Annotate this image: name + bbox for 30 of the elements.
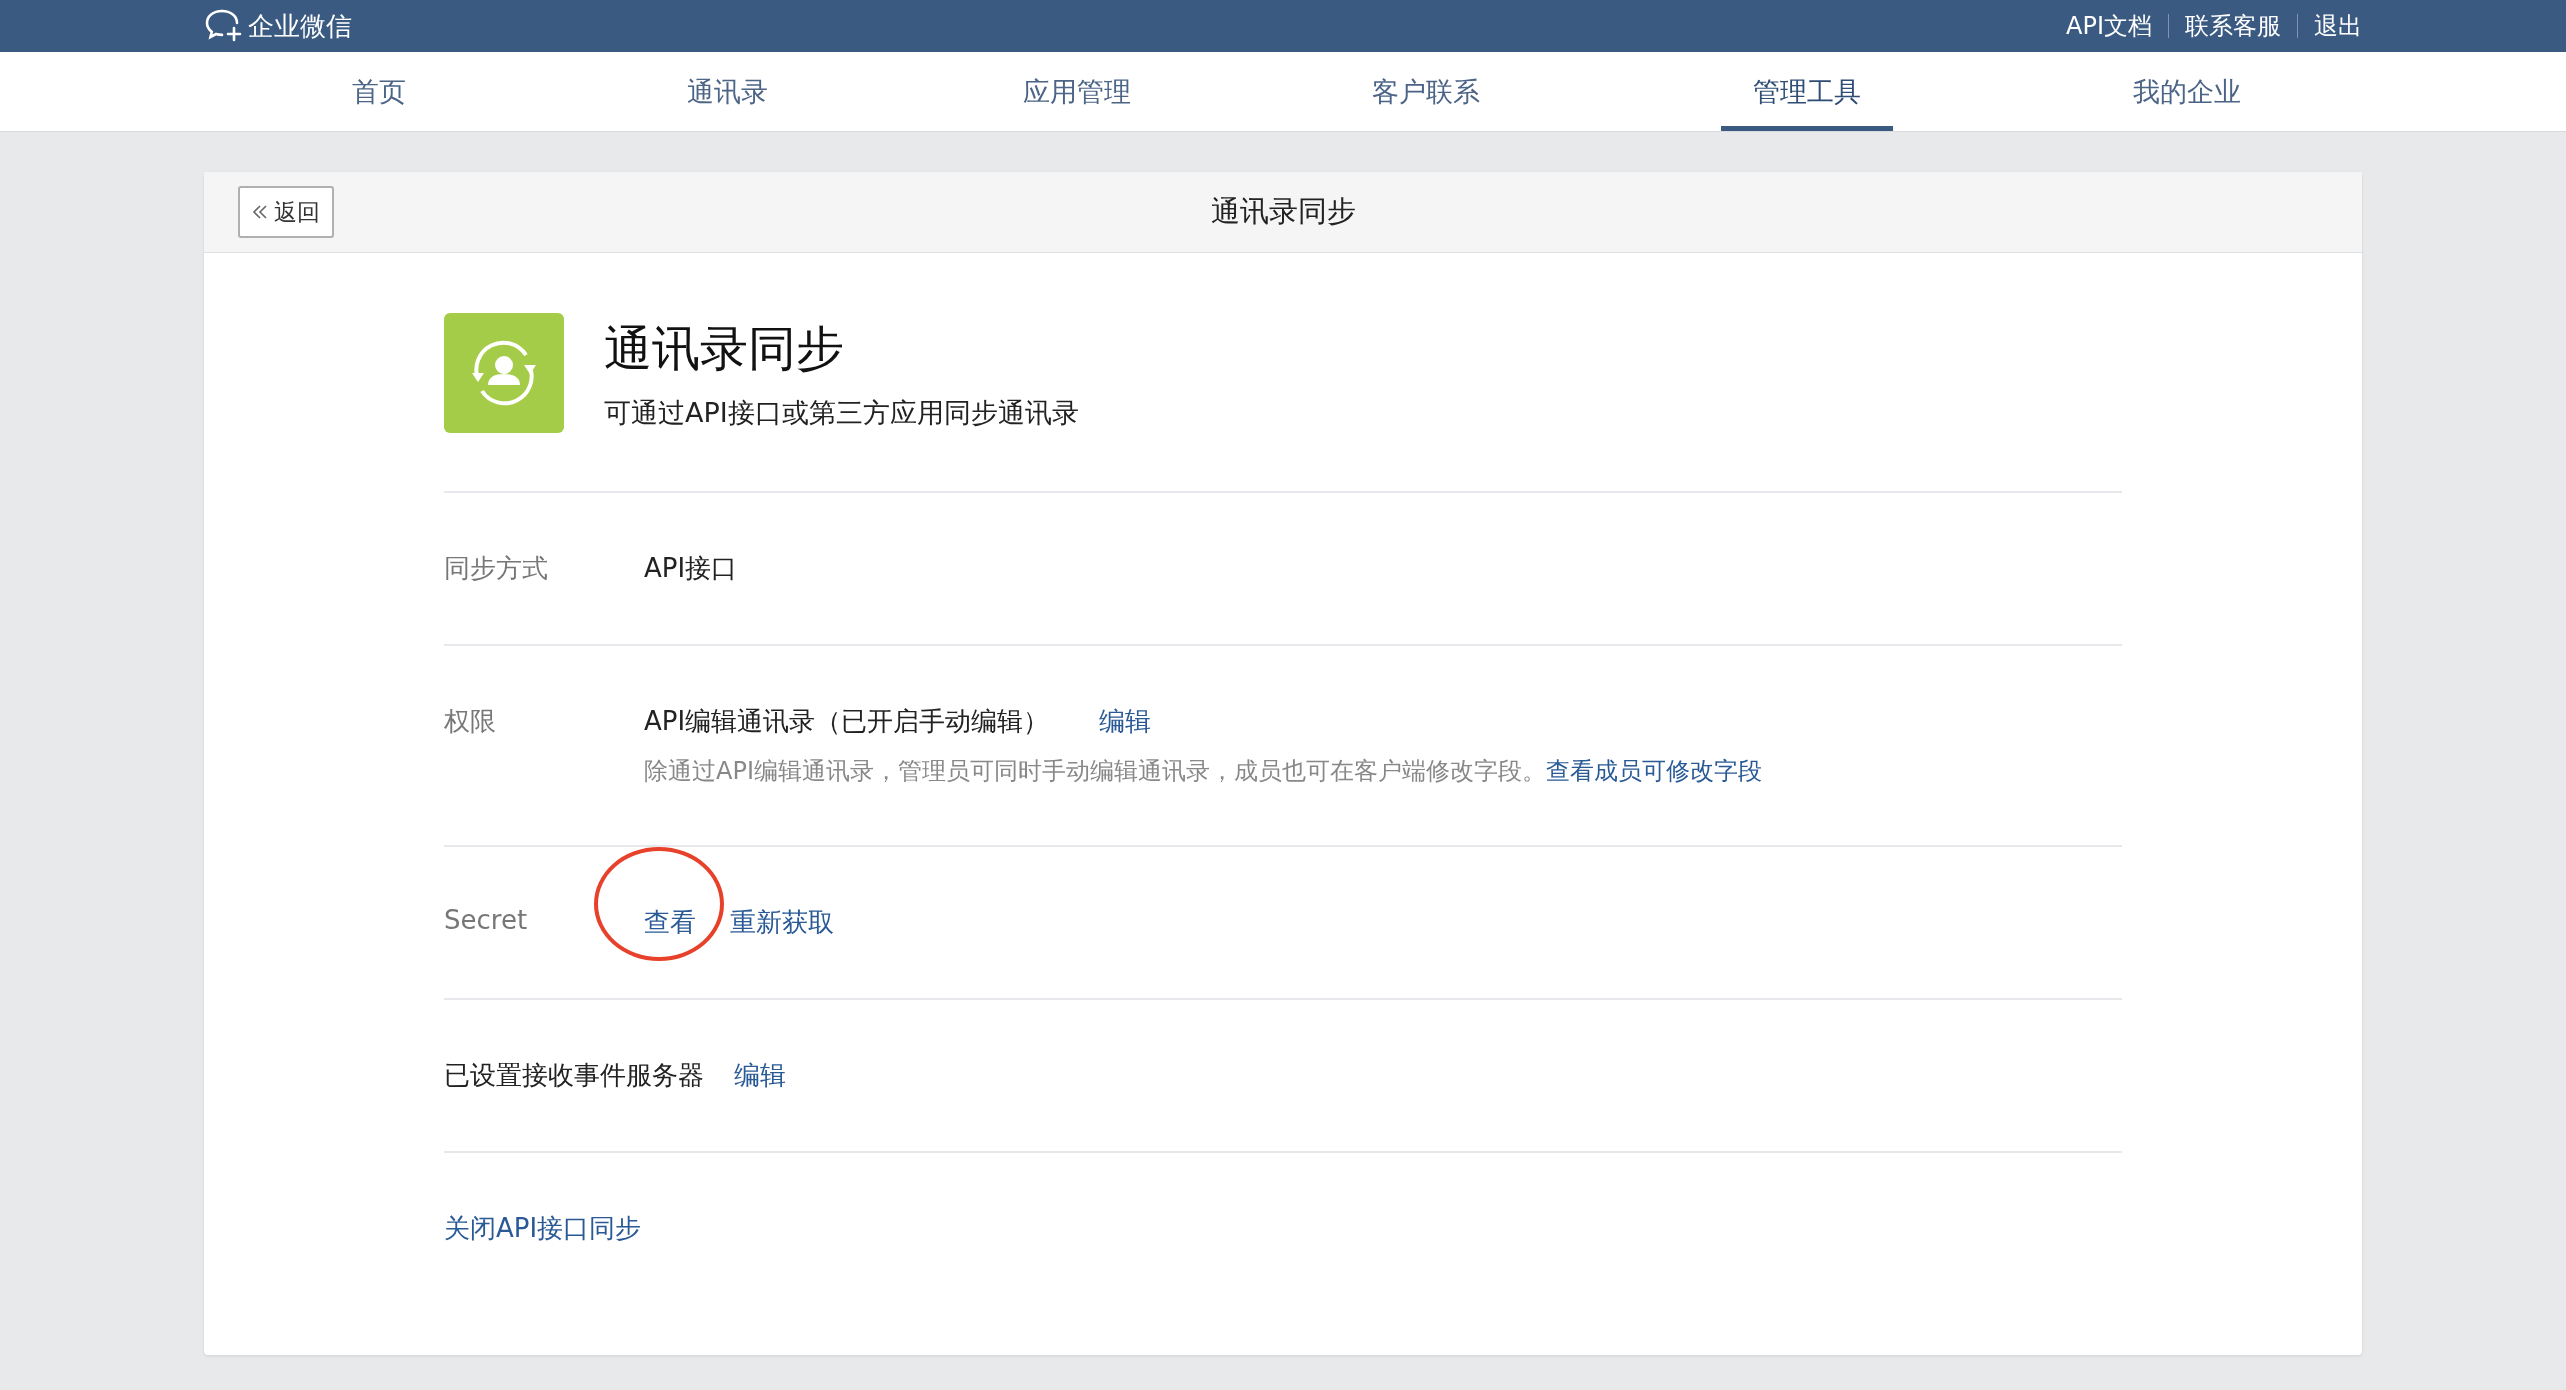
top-link[interactable]: API文档 [2066,10,2152,42]
status-text: 已设置接收事件服务器 [444,1059,704,1092]
nav-tab[interactable]: 客户联系 [1251,52,1601,131]
nav-tab[interactable]: 管理工具 [1720,52,1893,131]
page-title: 通讯录同步 [1210,193,1356,230]
top-link[interactable]: 退出 [2314,10,2362,42]
fields-link[interactable]: 查看成员可修改字段 [1545,757,1762,785]
top-link[interactable]: 联系客服 [2185,10,2281,42]
double-chevron-left-icon [252,204,268,220]
nav-tab[interactable]: 首页 [204,52,554,131]
field-label: 权限 [444,705,497,738]
edit-link[interactable]: 编辑 [1099,704,1152,739]
edit-link[interactable]: 编辑 [734,1058,786,1093]
disable-sync-link[interactable]: 关闭API接口同步 [444,1211,642,1246]
nav-tab[interactable]: 应用管理 [902,52,1252,131]
secret-link[interactable]: 重新获取 [730,907,834,937]
nav-tab[interactable]: 通讯录 [553,52,903,131]
app-title: 通讯录同步 [604,319,845,378]
field-label: 同步方式 [444,552,549,585]
logo-text: 企业微信 [248,9,352,43]
app-description: 可通过API接口或第三方应用同步通讯录 [604,396,1079,430]
back-button[interactable]: 返回 [238,186,334,238]
secret-link[interactable]: 查看 [644,907,696,937]
nav-tab[interactable]: 我的企业 [2012,52,2362,131]
chat-bubble-icon [204,8,244,44]
contact-sync-icon [444,313,564,433]
note-text: 除通过API编辑通讯录，管理员可同时手动编辑通讯录，成员也可在客户端修改字段。 [644,757,1546,785]
field-label: Secret [444,905,529,935]
field-value: API接口 [644,552,738,585]
field-value: API编辑通讯录（已开启手动编辑） [644,705,1050,738]
